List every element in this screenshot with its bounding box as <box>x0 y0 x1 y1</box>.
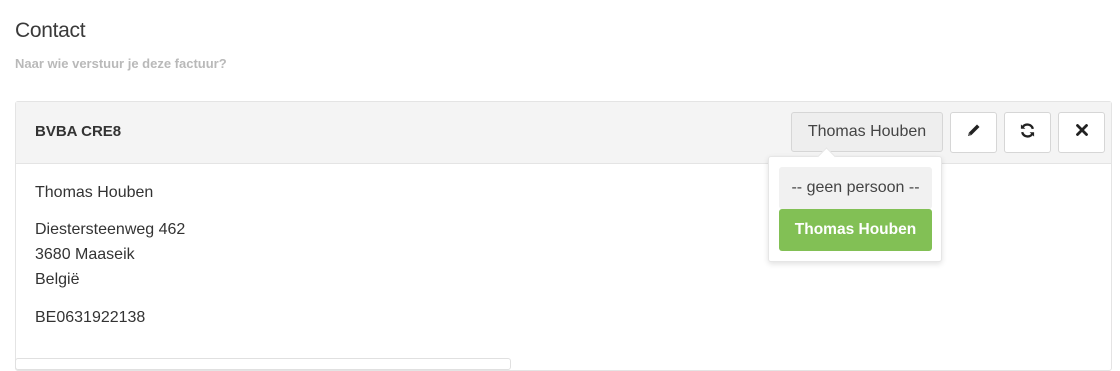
person-select-button[interactable]: Thomas Houben <box>791 112 943 152</box>
bottom-field-edge <box>15 358 511 370</box>
vat-number: BE0631922138 <box>35 309 146 326</box>
address-country: België <box>35 271 80 288</box>
edit-button[interactable] <box>950 112 997 153</box>
pencil-icon <box>966 122 982 143</box>
dropdown-option-selected[interactable]: Thomas Houben <box>779 209 932 251</box>
remove-button[interactable] <box>1058 112 1105 153</box>
section-title: Contact <box>15 19 86 42</box>
section-subtitle: Naar wie verstuur je deze factuur? <box>15 56 227 71</box>
close-icon <box>1075 123 1089 142</box>
company-name: BVBA CRE8 <box>35 123 122 140</box>
dropdown-option-no-person[interactable]: -- geen persoon -- <box>779 167 932 209</box>
address-street: Diestersteenweg 462 <box>35 221 186 238</box>
contact-name: Thomas Houben <box>35 184 154 201</box>
contact-card: BVBA CRE8 Thomas Houben Thomas Houben Di… <box>15 101 1112 371</box>
refresh-button[interactable] <box>1004 112 1051 153</box>
address-city: 3680 Maaseik <box>35 246 135 263</box>
refresh-icon <box>1019 122 1036 144</box>
person-dropdown-menu: -- geen persoon -- Thomas Houben <box>768 156 942 262</box>
card-header: BVBA CRE8 Thomas Houben <box>16 102 1111 164</box>
